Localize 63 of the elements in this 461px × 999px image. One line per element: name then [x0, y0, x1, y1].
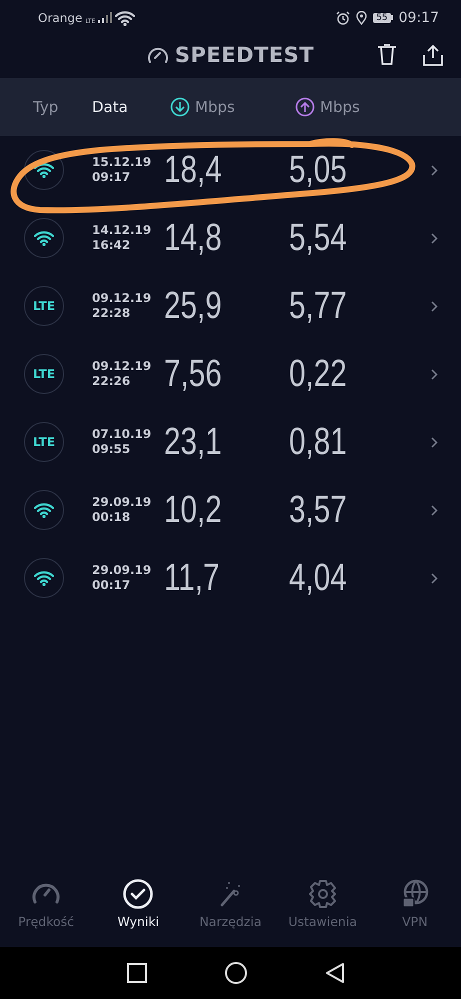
lte-badge: LTE [24, 422, 64, 462]
clock: 09:17 [398, 10, 439, 26]
chevron-icon [431, 300, 438, 312]
recent-apps-button[interactable] [126, 963, 146, 983]
test-datetime: 29.09.19 00:18 [92, 495, 152, 525]
checkmark-icon [122, 878, 154, 910]
upload-speed: 0,22 [289, 352, 347, 396]
result-row[interactable]: LTE 09.12.19 22:28 25,9 5,77 [0, 272, 461, 340]
home-button[interactable] [224, 962, 246, 984]
result-row[interactable]: 29.09.19 00:18 10,2 3,57 [0, 476, 461, 544]
download-speed: 25,9 [164, 284, 222, 328]
share-button[interactable] [423, 44, 443, 66]
test-datetime: 07.10.19 09:55 [92, 427, 152, 457]
download-speed: 7,56 [164, 352, 222, 396]
signal-icon [98, 12, 112, 23]
lte-badge: LTE [24, 286, 64, 326]
alarm-icon [336, 10, 350, 24]
wifi-icon [34, 502, 54, 518]
test-datetime: 09.12.19 22:26 [92, 359, 152, 389]
speedometer-icon [146, 46, 169, 64]
location-icon [356, 10, 368, 24]
upload-speed: 5,05 [289, 148, 347, 192]
result-row[interactable]: 29.09.19 00:17 11,7 4,04 [0, 544, 461, 612]
carrier-name: Orange [38, 10, 82, 24]
sort-column-header[interactable]: Data [92, 98, 128, 116]
upload-speed: 5,77 [289, 284, 347, 328]
delete-button[interactable] [377, 44, 397, 66]
battery-icon: 55 [373, 12, 393, 22]
download-speed: 18,4 [164, 148, 222, 192]
lte-badge: LTE [24, 354, 64, 394]
test-datetime: 14.12.19 16:42 [92, 223, 152, 253]
result-row[interactable]: 14.12.19 16:42 14,8 5,54 [0, 204, 461, 272]
download-speed: 11,7 [164, 556, 220, 600]
sort-column-header[interactable]: Mbps [170, 97, 235, 117]
result-row[interactable]: LTE 07.10.19 09:55 23,1 0,81 [0, 408, 461, 476]
upload-speed: 4,04 [289, 556, 347, 600]
result-row[interactable]: LTE 09.12.19 22:26 7,56 0,22 [0, 340, 461, 408]
test-datetime: 29.09.19 00:17 [92, 563, 152, 593]
test-datetime: 09.12.19 22:28 [92, 291, 152, 321]
wifi-icon [115, 10, 136, 26]
download-speed: 14,8 [164, 216, 222, 260]
chevron-icon [431, 164, 438, 176]
download-speed: 23,1 [164, 420, 222, 464]
chevron-icon [431, 232, 438, 244]
upload-speed: 3,57 [289, 488, 347, 532]
upload-speed: 0,81 [289, 420, 347, 464]
chevron-icon [431, 504, 438, 516]
chevron-icon [431, 572, 438, 584]
nav-tab[interactable]: Wyniki [94, 878, 182, 928]
result-row[interactable]: 15.12.19 09:17 18,4 5,05 [0, 136, 461, 204]
chevron-icon [431, 368, 438, 380]
download-speed: 10,2 [164, 488, 222, 532]
wifi-icon [34, 162, 54, 178]
wifi-icon [34, 230, 54, 246]
back-button[interactable] [324, 963, 344, 983]
test-datetime: 15.12.19 09:17 [92, 155, 152, 185]
settings-icon [306, 878, 339, 910]
app-title: SPEEDTEST [174, 43, 314, 67]
upload-speed: 5,54 [289, 216, 347, 260]
wifi-icon [34, 570, 54, 586]
sort-column-header[interactable]: Mbps [295, 97, 360, 117]
sort-column-header[interactable]: Typ [33, 98, 58, 116]
chevron-icon [431, 436, 438, 448]
